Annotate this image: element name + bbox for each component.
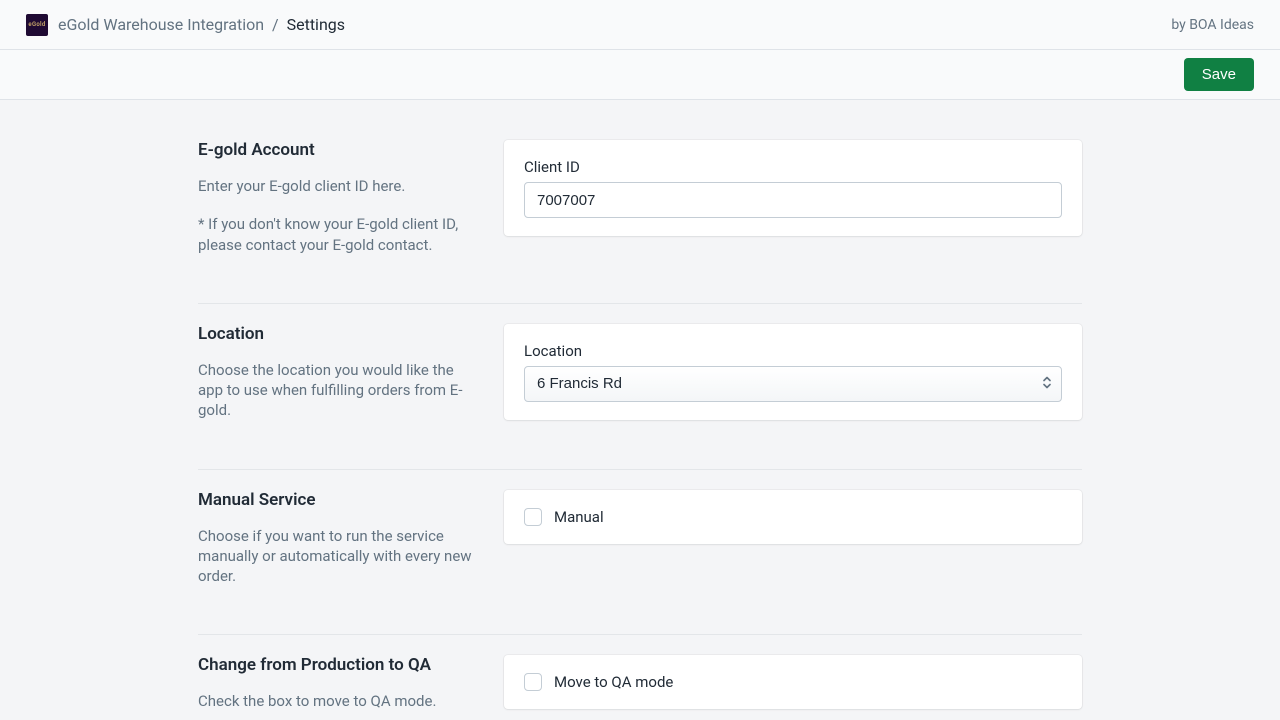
client-id-input[interactable] (524, 182, 1062, 218)
location-select-wrap: 6 Francis Rd (524, 366, 1062, 402)
client-id-label: Client ID (524, 158, 1062, 176)
section-manual-title: Manual Service (198, 490, 474, 510)
section-account: E-gold Account Enter your E-gold client … (198, 120, 1082, 304)
manual-checkbox[interactable] (524, 508, 542, 526)
section-qa-card: Move to QA mode (504, 655, 1082, 709)
section-qa: Change from Production to QA Check the b… (198, 635, 1082, 720)
qa-checkbox-label: Move to QA mode (554, 673, 673, 691)
section-location-card-wrap: Location 6 Francis Rd (504, 324, 1082, 439)
breadcrumb-separator: / (272, 15, 279, 34)
app-logo-text: eGold (28, 21, 45, 28)
section-location-info: Location Choose the location you would l… (198, 324, 504, 439)
section-manual-card: Manual (504, 490, 1082, 544)
section-manual-desc1: Choose if you want to run the service ma… (198, 526, 474, 587)
breadcrumb: eGold Warehouse Integration / Settings (58, 15, 345, 34)
section-qa-card-wrap: Move to QA mode (504, 655, 1082, 720)
actionbar: Save (0, 50, 1280, 100)
manual-checkbox-label: Manual (554, 508, 604, 526)
section-qa-desc1: Check the box to move to QA mode. (198, 691, 474, 711)
section-manual-card-wrap: Manual (504, 490, 1082, 605)
section-qa-title: Change from Production to QA (198, 655, 474, 675)
section-manual: Manual Service Choose if you want to run… (198, 470, 1082, 636)
section-location-title: Location (198, 324, 474, 344)
byline: by BOA Ideas (1171, 17, 1254, 33)
section-account-desc1: Enter your E-gold client ID here. (198, 176, 474, 196)
section-account-info: E-gold Account Enter your E-gold client … (198, 140, 504, 273)
section-manual-info: Manual Service Choose if you want to run… (198, 490, 504, 605)
section-qa-info: Change from Production to QA Check the b… (198, 655, 504, 720)
app-logo: eGold (26, 14, 48, 36)
qa-checkbox-row: Move to QA mode (524, 673, 1062, 691)
qa-checkbox[interactable] (524, 673, 542, 691)
section-account-title: E-gold Account (198, 140, 474, 160)
section-account-card: Client ID (504, 140, 1082, 236)
save-button[interactable]: Save (1184, 58, 1254, 91)
breadcrumb-root[interactable]: eGold Warehouse Integration (58, 15, 264, 34)
location-label: Location (524, 342, 1062, 360)
manual-checkbox-row: Manual (524, 508, 1062, 526)
section-location-desc1: Choose the location you would like the a… (198, 360, 474, 421)
settings-content: E-gold Account Enter your E-gold client … (198, 100, 1082, 720)
breadcrumb-current: Settings (287, 15, 345, 34)
section-location-card: Location 6 Francis Rd (504, 324, 1082, 420)
location-select[interactable]: 6 Francis Rd (524, 366, 1062, 402)
section-location: Location Choose the location you would l… (198, 304, 1082, 470)
section-account-desc2: * If you don't know your E-gold client I… (198, 214, 474, 255)
section-account-card-wrap: Client ID (504, 140, 1082, 273)
topbar: eGold eGold Warehouse Integration / Sett… (0, 0, 1280, 50)
